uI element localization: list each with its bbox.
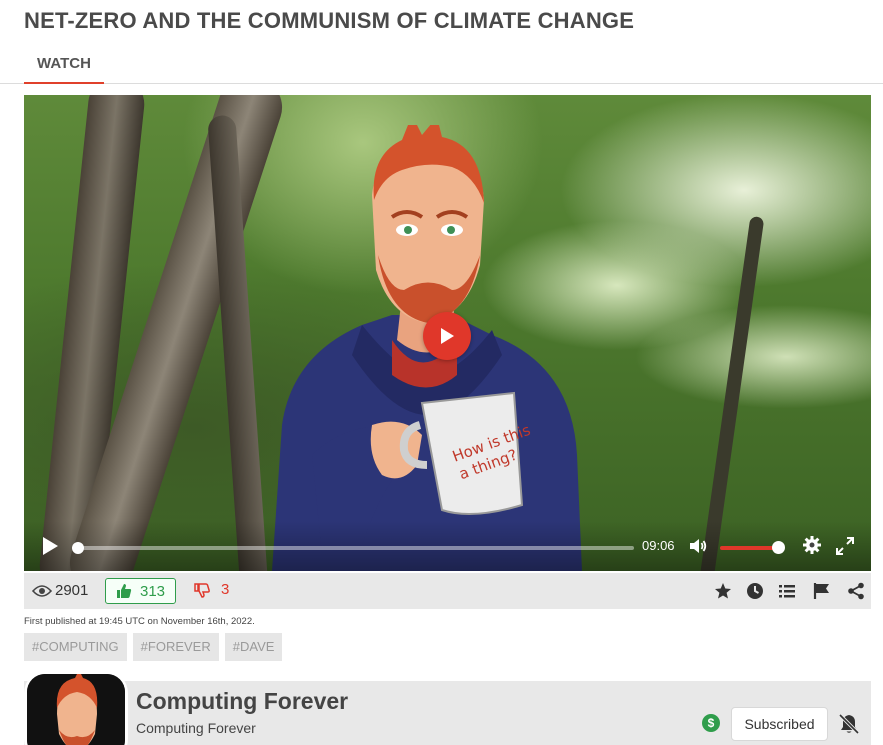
tab-bar: WATCH bbox=[0, 46, 883, 84]
play-icon[interactable] bbox=[40, 535, 60, 557]
avatar-image bbox=[27, 674, 125, 745]
flag-icon[interactable] bbox=[813, 582, 831, 600]
channel-name[interactable]: Computing Forever bbox=[136, 688, 348, 715]
dislike-button[interactable]: 3 bbox=[194, 581, 229, 598]
dislike-count: 3 bbox=[221, 581, 230, 598]
video-stats-bar: 2901 313 3 bbox=[24, 573, 871, 609]
progress-bar[interactable] bbox=[72, 542, 634, 554]
share-icon[interactable] bbox=[847, 582, 865, 600]
view-count-value: 2901 bbox=[55, 582, 89, 599]
bell-off-icon[interactable] bbox=[838, 713, 860, 735]
donate-icon[interactable]: $ bbox=[702, 714, 720, 732]
eye-icon bbox=[32, 584, 52, 597]
video-player[interactable]: How is this a thing? 09:06 bbox=[24, 95, 871, 571]
video-thumbnail-character: How is this a thing? bbox=[272, 125, 582, 571]
like-button[interactable]: 313 bbox=[105, 578, 176, 604]
view-count: 2901 bbox=[32, 582, 88, 599]
progress-knob[interactable] bbox=[72, 542, 84, 554]
gear-icon[interactable] bbox=[802, 535, 822, 555]
volume-slider[interactable] bbox=[720, 546, 776, 550]
subscribe-button[interactable]: Subscribed bbox=[731, 707, 828, 741]
playlist-icon[interactable] bbox=[778, 582, 796, 600]
player-controls: 09:06 bbox=[24, 521, 871, 571]
channel-handle: Computing Forever bbox=[136, 720, 256, 736]
clock-icon[interactable] bbox=[746, 582, 764, 600]
tab-watch[interactable]: WATCH bbox=[24, 46, 104, 84]
like-count: 313 bbox=[139, 582, 166, 600]
star-icon[interactable] bbox=[714, 582, 732, 600]
play-overlay-button[interactable] bbox=[423, 312, 471, 360]
thumbs-down-icon bbox=[194, 582, 210, 598]
fullscreen-icon[interactable] bbox=[835, 536, 855, 556]
tag-list: #COMPUTING #FOREVER #DAVE bbox=[24, 633, 283, 661]
volume-knob[interactable] bbox=[772, 541, 785, 554]
volume-icon[interactable] bbox=[688, 536, 708, 556]
tag-chip[interactable]: #FOREVER bbox=[132, 633, 219, 661]
video-duration: 09:06 bbox=[642, 538, 675, 553]
publish-date: First published at 19:45 UTC on November… bbox=[24, 616, 255, 627]
tag-chip[interactable]: #COMPUTING bbox=[24, 633, 127, 661]
tree-trunk bbox=[697, 215, 765, 571]
play-icon bbox=[441, 328, 454, 344]
thumbs-up-icon bbox=[116, 584, 132, 598]
tag-chip[interactable]: #DAVE bbox=[224, 633, 283, 661]
video-title: NET-ZERO AND THE COMMUNISM OF CLIMATE CH… bbox=[24, 8, 635, 33]
avatar[interactable] bbox=[24, 671, 128, 745]
